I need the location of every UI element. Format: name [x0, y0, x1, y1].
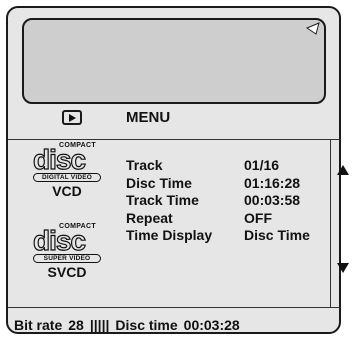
digital-video-label: DIGITAL VIDEO: [33, 173, 101, 182]
disc-logo-text: disc: [32, 144, 86, 175]
vcd-logo: COMPACT disc DIGITAL VIDEO VCD: [32, 142, 101, 200]
status-bar: Bit rate 28 ||||| Disc time 00:03:28: [14, 317, 246, 333]
screen-corner-mark: [306, 22, 320, 35]
disc-logo-text: disc: [32, 225, 86, 256]
time-display-label: Time Display: [126, 227, 213, 243]
play-icon: [69, 113, 76, 122]
track-label: Track: [126, 157, 163, 173]
disc-time-value: 01:16:28: [244, 174, 301, 191]
bitrate-value: 28: [68, 317, 84, 333]
scroll-column-divider: [330, 139, 331, 307]
super-video-label: SUPER VIDEO: [33, 254, 101, 263]
repeat-value[interactable]: OFF: [244, 210, 272, 226]
video-screen: [22, 18, 326, 104]
menu-title: MENU: [126, 109, 171, 126]
svcd-label: SVCD: [47, 264, 87, 280]
bitrate-label: Bit rate: [14, 317, 63, 333]
vcd-label: VCD: [52, 183, 82, 199]
repeat-label: Repeat: [126, 209, 173, 226]
track-value: 01/16: [244, 157, 280, 173]
signal-meter: |||||: [89, 317, 110, 333]
time-display-value[interactable]: Disc Time: [244, 227, 310, 243]
track-time-value: 00:03:58: [244, 192, 301, 208]
triangle-down-icon[interactable]: [336, 262, 350, 274]
status-disc-time-value: 00:03:28: [183, 317, 240, 333]
track-time-label: Track Time: [126, 192, 199, 208]
disc-time-label: Disc Time: [126, 174, 192, 191]
menu-divider: [8, 139, 341, 140]
status-divider: [8, 307, 341, 308]
svcd-logo: COMPACT disc SUPER VIDEO SVCD: [32, 223, 101, 281]
status-disc-time-label: Disc time: [115, 317, 178, 333]
triangle-up-icon[interactable]: [336, 164, 350, 176]
play-button[interactable]: [62, 110, 82, 125]
